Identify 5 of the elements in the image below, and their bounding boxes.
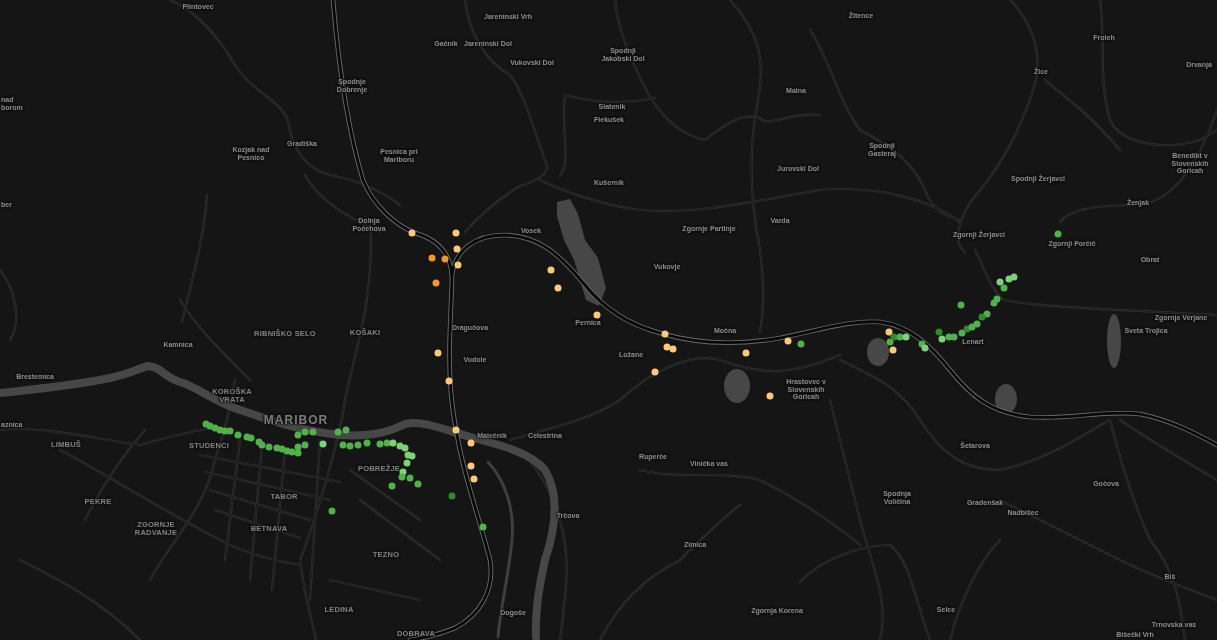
lake-drawing <box>867 338 889 366</box>
city-label: MARIBOR <box>263 414 329 428</box>
lake-drawing <box>724 369 750 403</box>
lake-drawing <box>995 384 1017 414</box>
lake-drawing <box>1107 314 1121 368</box>
